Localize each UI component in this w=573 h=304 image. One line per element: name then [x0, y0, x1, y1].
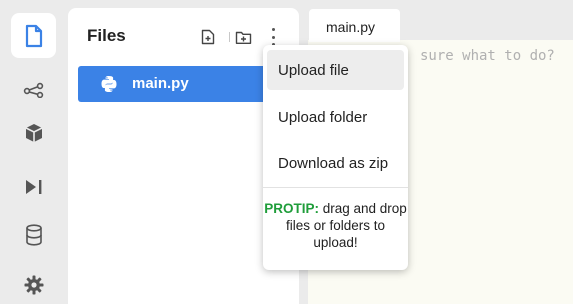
packages-nav-button[interactable] [11, 110, 56, 155]
share-icon [23, 82, 43, 98]
file-name: main.py [132, 75, 189, 92]
download-zip-menu-item[interactable]: Download as zip [267, 143, 404, 183]
package-icon [25, 123, 42, 142]
upload-folder-menu-item[interactable]: Upload folder [267, 97, 404, 137]
protip-text: PROTIP: drag and drop files or folders t… [263, 200, 408, 251]
add-file-icon [201, 29, 215, 45]
share-nav-button[interactable] [11, 67, 56, 112]
new-folder-button[interactable] [234, 28, 252, 46]
python-icon [101, 76, 117, 92]
kebab-dot [271, 28, 275, 31]
database-icon [25, 223, 42, 246]
files-nav-button[interactable] [11, 13, 56, 58]
tab-main-py[interactable]: main.py [309, 9, 400, 42]
menu-divider [263, 187, 408, 188]
add-folder-icon [235, 31, 251, 44]
editor-placeholder-hint: sure what to do? [420, 48, 555, 64]
files-title: Files [87, 26, 126, 45]
files-options-menu: Upload file Upload folder Download as zi… [263, 45, 408, 270]
header-divider [229, 32, 230, 42]
protip-label: PROTIP: [264, 201, 319, 216]
upload-file-menu-item[interactable]: Upload file [267, 50, 404, 90]
run-icon [25, 179, 41, 194]
settings-nav-button[interactable] [11, 262, 56, 304]
sidebar-rail [0, 0, 68, 304]
kebab-dot [271, 35, 275, 39]
file-icon [25, 24, 42, 47]
database-nav-button[interactable] [11, 212, 56, 257]
run-nav-button[interactable] [11, 164, 56, 209]
tab-label: main.py [326, 19, 376, 35]
settings-icon [24, 275, 43, 294]
new-file-button[interactable] [199, 28, 217, 46]
file-item-main-py[interactable]: main.py [78, 66, 291, 102]
